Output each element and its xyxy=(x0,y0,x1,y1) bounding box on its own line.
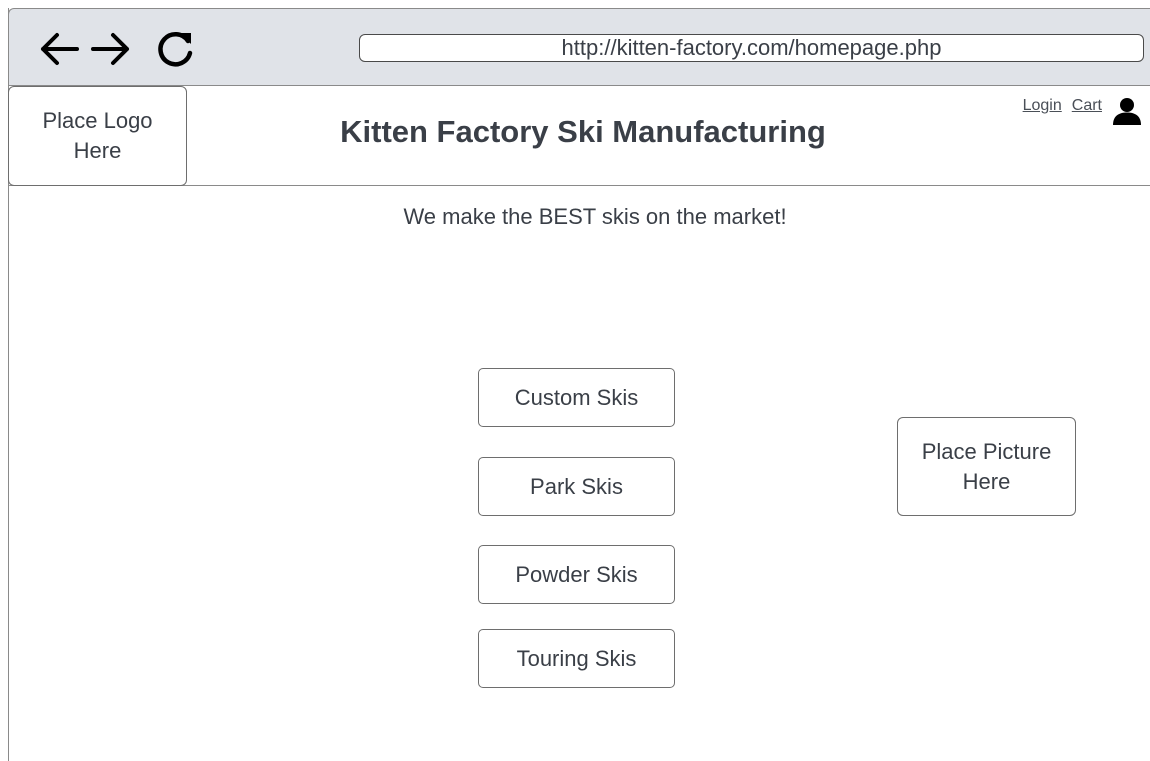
reload-icon[interactable] xyxy=(154,27,198,71)
picture-placeholder: Place Picture Here xyxy=(897,417,1076,516)
park-skis-button[interactable]: Park Skis xyxy=(478,457,675,516)
site-header: Place Logo Here Kitten Factory Ski Manuf… xyxy=(8,86,1150,186)
tagline: We make the BEST skis on the market! xyxy=(403,204,787,229)
cart-link[interactable]: Cart xyxy=(1072,96,1102,116)
back-arrow-icon[interactable] xyxy=(37,27,81,71)
touring-skis-button[interactable]: Touring Skis xyxy=(478,629,675,688)
url-bar[interactable] xyxy=(359,34,1144,62)
logo-placeholder: Place Logo Here xyxy=(8,86,187,186)
forward-arrow-icon[interactable] xyxy=(89,27,133,71)
custom-skis-button[interactable]: Custom Skis xyxy=(478,368,675,427)
login-link[interactable]: Login xyxy=(1023,96,1062,116)
site-title: Kitten Factory Ski Manufacturing xyxy=(340,114,826,149)
user-links: Login Cart xyxy=(1023,96,1142,126)
powder-skis-button[interactable]: Powder Skis xyxy=(478,545,675,604)
browser-toolbar xyxy=(8,8,1150,86)
user-icon[interactable] xyxy=(1112,96,1142,126)
